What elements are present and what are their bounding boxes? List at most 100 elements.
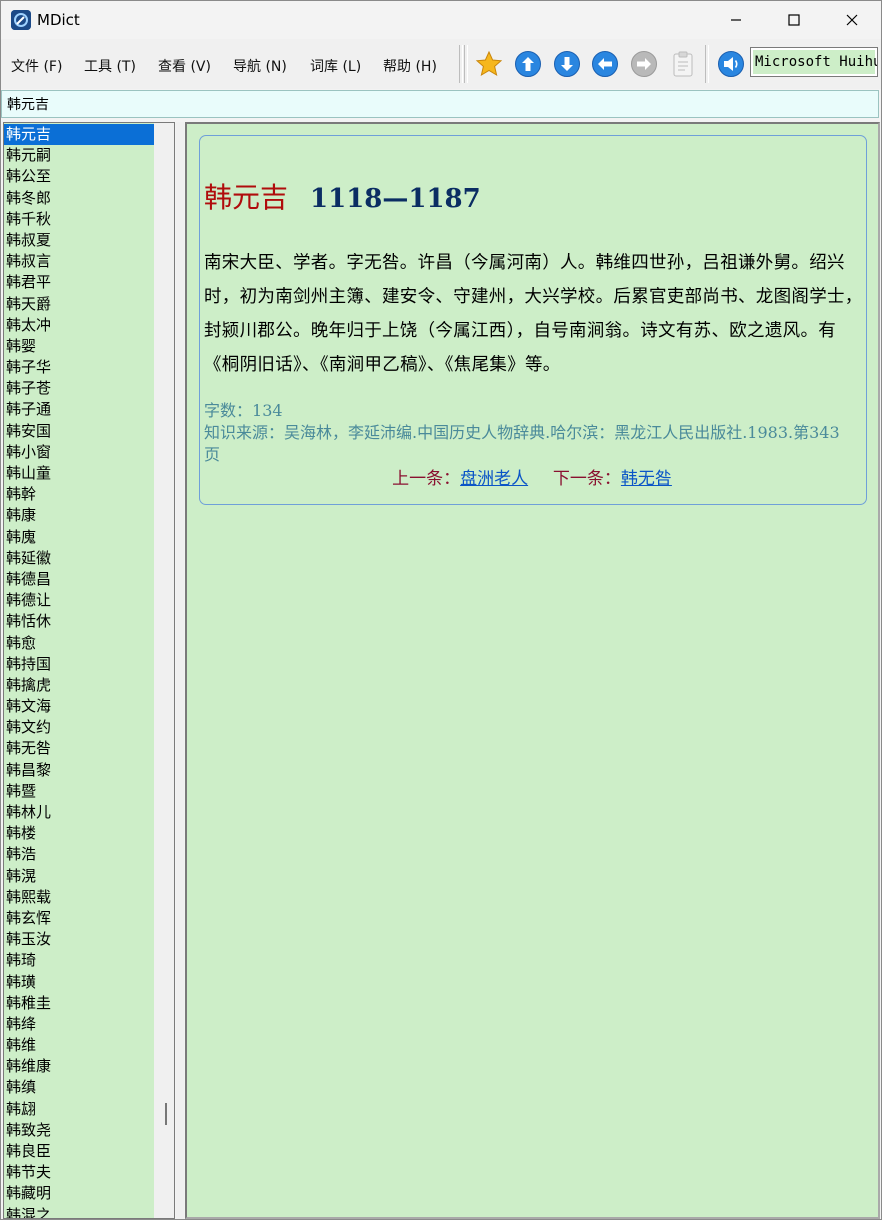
word-count-line: 字数：134 bbox=[204, 400, 844, 422]
definition-panel: 韩元吉 1118—1187 南宋大臣、学者。字无咎。许昌（今属河南）人。韩维四世孙… bbox=[185, 122, 880, 1219]
word-list-item[interactable]: 韩德昌 bbox=[4, 569, 154, 590]
word-list-item[interactable]: 韩元嗣 bbox=[4, 145, 154, 166]
close-button[interactable] bbox=[823, 1, 881, 39]
maximize-button[interactable] bbox=[765, 1, 823, 39]
source-value: 吴海林，李延沛编.中国历史人物辞典.哈尔滨：黑龙江人民出版社.1983.第343… bbox=[204, 423, 840, 464]
word-list-item[interactable]: 韩浩 bbox=[4, 844, 154, 865]
word-list-item[interactable]: 韩君平 bbox=[4, 272, 154, 293]
word-list-item[interactable]: 韩千秋 bbox=[4, 209, 154, 230]
word-list-item[interactable]: 韩天爵 bbox=[4, 294, 154, 315]
word-list-item[interactable]: 韩愈 bbox=[4, 633, 154, 654]
voice-select-value: Microsoft Huihui bbox=[755, 54, 878, 70]
title-bar: MDict bbox=[1, 1, 881, 39]
word-list-item[interactable]: 韩子华 bbox=[4, 357, 154, 378]
window-title: MDict bbox=[37, 11, 80, 29]
word-list-item[interactable]: 韩玉汝 bbox=[4, 929, 154, 950]
word-list-item[interactable]: 韩德让 bbox=[4, 590, 154, 611]
menu-file[interactable]: 文件 (F) bbox=[11, 56, 62, 76]
word-list-item[interactable]: 韩昌黎 bbox=[4, 760, 154, 781]
entry-metadata: 字数：134 知识来源：吴海林，李延沛编.中国历史人物辞典.哈尔滨：黑龙江人民出… bbox=[204, 400, 844, 466]
word-list-item[interactable]: 韩叔言 bbox=[4, 251, 154, 272]
panel-splitter[interactable] bbox=[176, 122, 184, 1219]
maximize-icon bbox=[788, 14, 800, 26]
word-list-item[interactable]: 韩维 bbox=[4, 1035, 154, 1056]
menu-navigate[interactable]: 导航 (N) bbox=[233, 56, 287, 76]
back-button[interactable] bbox=[590, 49, 620, 79]
menu-library[interactable]: 词库 (L) bbox=[310, 56, 361, 76]
mdict-window: MDict 文件 (F) 工具 (T) 查看 (V) 导航 (N) 词库 (L)… bbox=[0, 0, 882, 1220]
word-list-item[interactable]: 韩子通 bbox=[4, 399, 154, 420]
word-list-item[interactable]: 韩藏明 bbox=[4, 1183, 154, 1204]
word-list-item[interactable]: 韩楼 bbox=[4, 823, 154, 844]
word-list-item[interactable]: 韩琦 bbox=[4, 950, 154, 971]
word-list-item[interactable]: 韩翃 bbox=[4, 1099, 154, 1120]
word-list-item[interactable]: 韩滉 bbox=[4, 866, 154, 887]
word-list-item[interactable]: 韩冬郎 bbox=[4, 188, 154, 209]
word-list-item[interactable]: 韩璜 bbox=[4, 972, 154, 993]
word-list-item[interactable]: 韩林儿 bbox=[4, 802, 154, 823]
word-list-item[interactable]: 韩婴 bbox=[4, 336, 154, 357]
minimize-icon bbox=[731, 19, 741, 21]
word-list-item[interactable]: 韩廆 bbox=[4, 527, 154, 548]
menu-help[interactable]: 帮助 (H) bbox=[383, 56, 437, 76]
word-list-item[interactable]: 韩混之 bbox=[4, 1205, 154, 1218]
search-input[interactable] bbox=[1, 90, 879, 118]
favorite-button[interactable] bbox=[474, 49, 504, 79]
prev-entry-link[interactable]: 盘洲老人 bbox=[460, 469, 528, 489]
next-entry-link[interactable]: 韩无咎 bbox=[621, 469, 672, 489]
prev-entry-label: 上一条： bbox=[392, 469, 461, 489]
word-list-item[interactable]: 韩小窗 bbox=[4, 442, 154, 463]
word-list-item[interactable]: 韩幹 bbox=[4, 484, 154, 505]
word-list-item[interactable]: 韩节夫 bbox=[4, 1162, 154, 1183]
menu-view[interactable]: 查看 (V) bbox=[158, 56, 211, 76]
speaker-icon bbox=[718, 51, 744, 77]
menu-toolbar: 文件 (F) 工具 (T) 查看 (V) 导航 (N) 词库 (L) 帮助 (H… bbox=[1, 39, 881, 89]
word-list-item[interactable]: 韩元吉 bbox=[4, 124, 154, 146]
word-list-panel: 韩元吉 韩元嗣 韩公至 韩冬郎 韩千秋 韩叔夏 韩叔言 韩君平 韩天爵 韩太冲 韩婴 韩子华 韩子苍 韩子… bbox=[3, 122, 175, 1219]
word-list-item[interactable]: 韩康 bbox=[4, 505, 154, 526]
app-logo-icon bbox=[11, 10, 31, 30]
entry-years: 1118—1187 bbox=[310, 184, 481, 214]
word-list-item[interactable]: 韩熙载 bbox=[4, 887, 154, 908]
toolbar-separator bbox=[464, 45, 468, 83]
word-list-item[interactable]: 韩绛 bbox=[4, 1014, 154, 1035]
word-list-item[interactable]: 韩缜 bbox=[4, 1077, 154, 1098]
word-list-item[interactable]: 韩稚圭 bbox=[4, 993, 154, 1014]
word-list-item[interactable]: 韩山童 bbox=[4, 463, 154, 484]
source-line: 知识来源：吴海林，李延沛编.中国历史人物辞典.哈尔滨：黑龙江人民出版社.1983… bbox=[204, 422, 844, 466]
previous-entry-button[interactable] bbox=[513, 49, 543, 79]
paste-button[interactable] bbox=[668, 49, 698, 79]
word-count-value: 134 bbox=[252, 401, 283, 420]
word-list-item[interactable]: 韩擒虎 bbox=[4, 675, 154, 696]
scrollbar-thumb[interactable] bbox=[165, 1103, 167, 1125]
arrow-left-icon bbox=[592, 51, 618, 77]
minimize-button[interactable] bbox=[707, 1, 765, 39]
forward-button[interactable] bbox=[629, 49, 659, 79]
voice-select[interactable]: Microsoft Huihui bbox=[750, 47, 878, 77]
speak-button[interactable] bbox=[716, 49, 746, 79]
arrow-right-icon bbox=[631, 51, 657, 77]
word-list-item[interactable]: 韩良臣 bbox=[4, 1141, 154, 1162]
word-list-item[interactable]: 韩维康 bbox=[4, 1056, 154, 1077]
source-label: 知识来源： bbox=[204, 423, 285, 442]
word-list-item[interactable]: 韩持国 bbox=[4, 654, 154, 675]
menu-tools[interactable]: 工具 (T) bbox=[84, 56, 136, 76]
word-list-item[interactable]: 韩公至 bbox=[4, 166, 154, 187]
word-list-item[interactable]: 韩文约 bbox=[4, 717, 154, 738]
word-list-item[interactable]: 韩子苍 bbox=[4, 378, 154, 399]
word-list-item[interactable]: 韩暨 bbox=[4, 781, 154, 802]
word-list-item[interactable]: 韩致尧 bbox=[4, 1120, 154, 1141]
word-list-scrollbar[interactable] bbox=[154, 123, 174, 1218]
next-entry-button[interactable] bbox=[552, 49, 582, 79]
word-list-item[interactable]: 韩安国 bbox=[4, 421, 154, 442]
arrow-up-icon bbox=[515, 51, 541, 77]
word-list-item[interactable]: 韩太冲 bbox=[4, 315, 154, 336]
word-list-item[interactable]: 韩无咎 bbox=[4, 738, 154, 759]
word-list-item[interactable]: 韩玄恽 bbox=[4, 908, 154, 929]
word-list-item[interactable]: 韩文海 bbox=[4, 696, 154, 717]
word-list-item[interactable]: 韩延徽 bbox=[4, 548, 154, 569]
clipboard-icon bbox=[673, 51, 693, 77]
word-list-item[interactable]: 韩恬休 bbox=[4, 611, 154, 632]
word-list-item[interactable]: 韩叔夏 bbox=[4, 230, 154, 251]
close-icon bbox=[846, 14, 858, 26]
